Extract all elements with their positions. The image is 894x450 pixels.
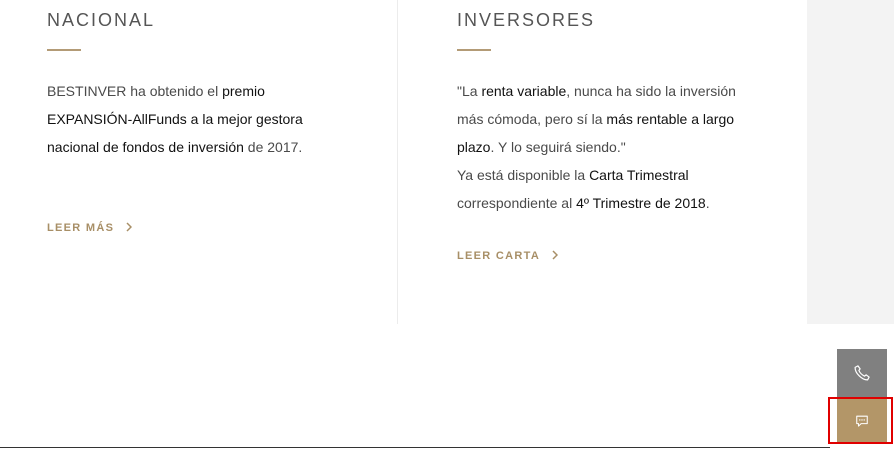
leer-mas-label: LEER MÁS — [47, 222, 115, 234]
inversores-text: "La renta variable, nunca ha sido la inv… — [457, 77, 736, 217]
text-line: "La renta variable, nunca ha sido la inv… — [457, 77, 736, 105]
text-line: EXPANSIÓN-AllFunds a la mejor gestora — [47, 105, 303, 133]
highlighted-text: más rentable a largo — [606, 111, 735, 127]
leer-carta-link[interactable]: LEER CARTA — [457, 249, 559, 263]
leer-carta-label: LEER CARTA — [457, 250, 541, 262]
highlighted-text: Carta Trimestral — [589, 167, 689, 183]
nacional-text: BESTINVER ha obtenido el premio EXPANSIÓN… — [47, 77, 303, 161]
text-segment: . Y lo seguirá siendo." — [490, 139, 626, 155]
text-segment: . — [705, 195, 710, 211]
side-gray-panel — [807, 0, 894, 324]
text-segment: correspondiente al — [457, 195, 577, 211]
highlighted-text: renta variable — [481, 83, 567, 99]
text-line: nacional de fondos de inversión de 2017. — [47, 133, 303, 161]
column-divider — [397, 0, 398, 324]
inversores-heading-rule — [457, 49, 491, 51]
text-segment: BESTINVER ha obtenido el — [47, 83, 223, 99]
text-line: plazo. Y lo seguirá siendo." — [457, 133, 736, 161]
text-segment: "La — [457, 83, 482, 99]
inversores-heading: INVERSORES — [457, 10, 596, 30]
text-segment: más cómoda, pero sí la — [457, 111, 607, 127]
phone-icon — [853, 364, 871, 382]
chevron-right-icon — [552, 250, 559, 263]
chevron-right-icon — [126, 222, 133, 235]
text-segment: de 2017. — [243, 139, 303, 155]
chat-icon — [855, 414, 869, 428]
highlighted-text: premio — [222, 83, 265, 99]
text-line: Ya está disponible la Carta Trimestral — [457, 161, 736, 189]
text-segment: , nunca ha sido la inversión — [566, 83, 736, 99]
highlighted-text: nacional de fondos de inversión — [47, 139, 244, 155]
phone-button[interactable] — [837, 349, 887, 397]
nacional-heading: NACIONAL — [47, 10, 156, 30]
footer-border — [0, 447, 830, 448]
text-segment: Ya está disponible la — [457, 167, 590, 183]
chat-button[interactable] — [828, 397, 893, 444]
text-line: BESTINVER ha obtenido el premio — [47, 77, 303, 105]
nacional-heading-rule — [47, 49, 81, 51]
text-line: correspondiente al 4º Trimestre de 2018. — [457, 189, 736, 217]
highlighted-text: 4º Trimestre de 2018 — [576, 195, 706, 211]
highlighted-text: plazo — [457, 139, 491, 155]
highlighted-text: EXPANSIÓN-AllFunds a la mejor gestora — [47, 111, 303, 127]
text-line: más cómoda, pero sí la más rentable a la… — [457, 105, 736, 133]
leer-mas-link[interactable]: LEER MÁS — [47, 221, 133, 235]
